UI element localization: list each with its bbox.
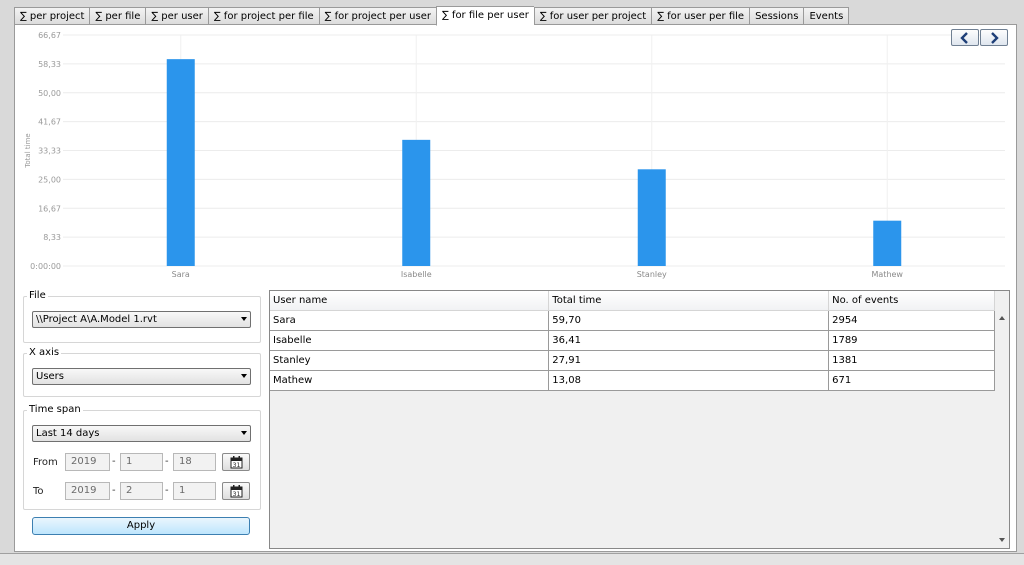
to-month-field[interactable]: 2 (120, 482, 163, 500)
time-span-group-label: Time span (27, 404, 83, 415)
cell-user-name: Sara (270, 310, 550, 331)
time-span-select[interactable]: Last 14 days (32, 425, 251, 442)
previous-button[interactable] (951, 29, 979, 46)
from-label: From (33, 457, 58, 468)
calendar-icon: 31 (230, 455, 242, 469)
file-group-label: File (27, 290, 48, 301)
cell-events: 2954 (828, 310, 995, 331)
tab-events[interactable]: Events (803, 7, 850, 25)
cell-total-time: 13,08 (548, 370, 830, 391)
date-separator: - (165, 456, 169, 467)
column-header-events[interactable]: No. of events (828, 291, 995, 311)
to-year-field[interactable]: 2019 (65, 482, 110, 500)
y-tick-label: 41,67 (38, 118, 61, 127)
y-axis-label: Total time (24, 133, 32, 168)
tab-for-user-per-file[interactable]: ∑ for user per file (651, 7, 750, 25)
tab-per-file[interactable]: ∑ per file (89, 7, 146, 25)
date-separator: - (165, 485, 169, 496)
tab-strip: ∑ per project ∑ per file ∑ per user ∑ fo… (14, 6, 850, 26)
chevron-down-icon (241, 317, 247, 321)
bar-chart: 0:00:00 8,33 16,67 25,00 33,33 41,67 50,00 58,3… (24, 31, 1005, 279)
cell-total-time: 27,91 (548, 350, 830, 371)
from-calendar-button[interactable]: 31 (222, 453, 250, 471)
to-calendar-button[interactable]: 31 (222, 482, 250, 500)
svg-text:31: 31 (232, 462, 240, 469)
y-tick-label: 33,33 (38, 147, 61, 156)
scroll-up-icon[interactable] (999, 316, 1005, 320)
from-year-field[interactable]: 2019 (65, 453, 110, 471)
x-tick-label: Sara (172, 270, 190, 279)
from-day-field[interactable]: 18 (173, 453, 216, 471)
date-separator: - (112, 485, 116, 496)
cell-events: 1381 (828, 350, 995, 371)
bar (873, 220, 902, 266)
cell-user-name: Stanley (270, 350, 550, 371)
date-separator: - (112, 456, 116, 467)
chevron-right-icon (991, 31, 999, 44)
data-grid: User name Total time No. of events Sara … (269, 290, 1010, 549)
tab-per-user[interactable]: ∑ per user (145, 7, 208, 25)
y-tick-label: 50,00 (38, 89, 61, 98)
chevron-down-icon (241, 374, 247, 378)
cell-total-time: 59,70 (548, 310, 830, 331)
x-tick-label: Stanley (637, 270, 667, 279)
x-tick-label: Isabelle (401, 270, 432, 279)
cell-user-name: Isabelle (270, 330, 550, 351)
bar (166, 59, 195, 266)
y-tick-label: 16,67 (38, 204, 61, 213)
cell-events: 671 (828, 370, 995, 391)
table-row[interactable]: Mathew 13,08 671 (270, 370, 995, 391)
data-table: User name Total time No. of events Sara … (270, 291, 995, 391)
bar (402, 139, 431, 266)
tab-for-file-per-user[interactable]: ∑ for file per user (436, 6, 534, 26)
tab-sessions[interactable]: Sessions (749, 7, 804, 25)
y-tick-label: 25,00 (38, 175, 61, 184)
table-row[interactable]: Stanley 27,91 1381 (270, 350, 995, 371)
table-header-row: User name Total time No. of events (270, 291, 995, 311)
calendar-icon: 31 (230, 484, 242, 498)
from-month-field[interactable]: 1 (120, 453, 163, 471)
x-tick-label: Mathew (872, 270, 904, 279)
chevron-down-icon (241, 431, 247, 435)
tab-for-project-per-file[interactable]: ∑ for project per file (207, 7, 319, 25)
x-axis-select[interactable]: Users (32, 368, 251, 385)
tab-for-user-per-project[interactable]: ∑ for user per project (533, 7, 652, 25)
tab-for-project-per-user[interactable]: ∑ for project per user (318, 7, 436, 25)
to-label: To (33, 486, 44, 497)
bar (637, 169, 666, 266)
column-header-total-time[interactable]: Total time (548, 291, 830, 311)
table-row[interactable]: Isabelle 36,41 1789 (270, 330, 995, 351)
chevron-left-icon (960, 31, 968, 44)
to-day-field[interactable]: 1 (173, 482, 216, 500)
chart-navigation (951, 29, 1008, 46)
tab-per-project[interactable]: ∑ per project (14, 7, 90, 25)
file-select[interactable]: \\Project A\A.Model 1.rvt (32, 311, 251, 328)
time-span-select-value: Last 14 days (36, 428, 100, 439)
x-axis-group-label: X axis (27, 347, 62, 358)
tab-content-panel: 0:00:00 8,33 16,67 25,00 33,33 41,67 50,00 58,3… (14, 24, 1017, 552)
column-header-user-name[interactable]: User name (270, 291, 550, 311)
scroll-down-icon[interactable] (999, 538, 1005, 542)
y-tick-label: 58,33 (38, 60, 61, 69)
table-row[interactable]: Sara 59,70 2954 (270, 310, 995, 331)
y-tick-label: 0:00:00 (30, 262, 61, 271)
next-button[interactable] (980, 29, 1008, 46)
status-strip (0, 553, 1024, 565)
x-axis-select-value: Users (36, 371, 65, 382)
file-select-value: \\Project A\A.Model 1.rvt (36, 314, 157, 325)
svg-text:31: 31 (232, 491, 240, 498)
y-tick-label: 8,33 (43, 233, 61, 242)
cell-user-name: Mathew (270, 370, 550, 391)
cell-total-time: 36,41 (548, 330, 830, 351)
apply-button[interactable]: Apply (32, 517, 250, 535)
vertical-scrollbar[interactable] (995, 310, 1009, 548)
cell-events: 1789 (828, 330, 995, 351)
y-tick-label: 66,67 (38, 31, 61, 40)
